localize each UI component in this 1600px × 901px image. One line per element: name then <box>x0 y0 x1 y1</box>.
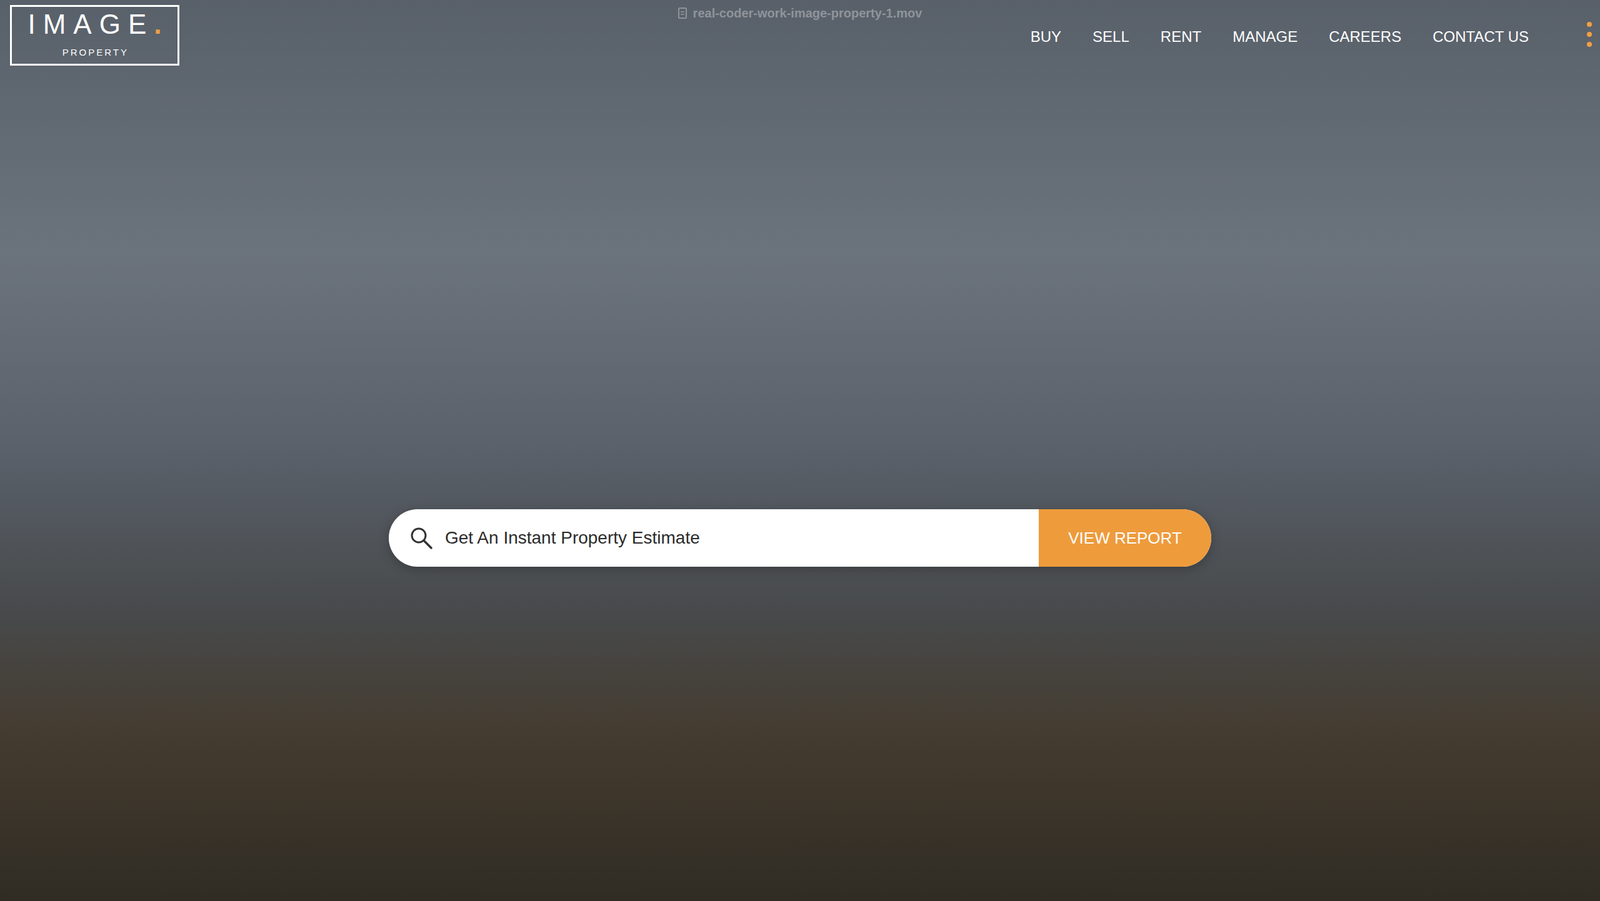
nav-link[interactable]: SELL <box>1092 25 1130 49</box>
logo-name: IMAGE <box>27 8 154 40</box>
logo-wordmark: IMAGE. <box>27 10 162 39</box>
search-icon-wrap <box>388 509 434 567</box>
site-logo[interactable]: IMAGE. PROPERTY <box>10 5 180 66</box>
nav-link[interactable]: CONTACT US <box>1432 25 1529 49</box>
nav-link[interactable]: RENT <box>1160 25 1202 49</box>
nav-link[interactable]: BUY <box>1030 25 1062 49</box>
hero-section: VIEW REPORT <box>0 65 1600 567</box>
window-titlebar: real-coder-work-image-property-1.mov <box>0 3 1600 23</box>
estimate-input[interactable] <box>433 509 1039 567</box>
main-nav: BUY SELL RENT MANAGE CAREERS CONTACT US <box>1030 5 1594 49</box>
nav-link[interactable]: CAREERS <box>1328 25 1402 49</box>
estimate-search: VIEW REPORT <box>388 509 1212 567</box>
nav-link[interactable]: MANAGE <box>1232 25 1298 49</box>
hero-video-frame: real-coder-work-image-property-1.mov IMAG… <box>0 0 1600 901</box>
search-icon <box>408 525 434 551</box>
menu-button[interactable] <box>1560 25 1594 49</box>
document-icon <box>678 7 687 19</box>
logo-dot: . <box>153 8 162 40</box>
kebab-menu-icon <box>1585 20 1594 49</box>
view-report-button[interactable]: VIEW REPORT <box>1038 509 1212 567</box>
logo-tagline: PROPERTY <box>62 45 129 60</box>
window-title: real-coder-work-image-property-1.mov <box>693 3 923 23</box>
